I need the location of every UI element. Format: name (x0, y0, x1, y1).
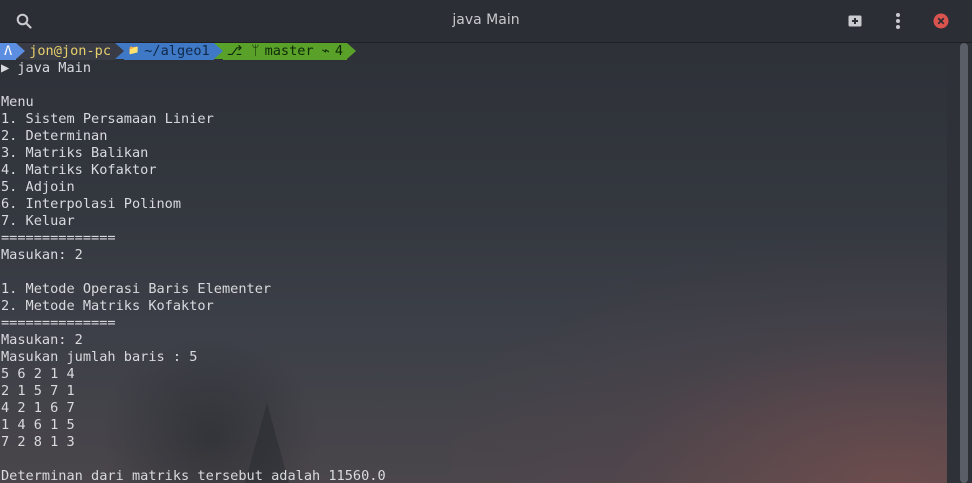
result-line: Determinan dari matriks tersebut adalah … (1, 468, 386, 483)
window-title: java Main (452, 12, 520, 28)
output-line: 4 2 1 6 7 (1, 400, 75, 416)
output-line: Masukan: 2 (1, 332, 83, 348)
output-line: 2. Determinan (1, 128, 108, 144)
output-line: 6. Interpolasi Polinom (1, 196, 182, 212)
command-text: java Main (17, 60, 92, 76)
command-line: ▶ java Main (0, 60, 947, 77)
menu-button[interactable] (886, 9, 910, 33)
output-line: Menu (1, 94, 34, 110)
output-line: 5. Adjoin (1, 179, 75, 195)
new-tab-button[interactable] (843, 9, 867, 33)
output-line: 1 4 6 1 5 (1, 417, 75, 433)
scrollbar-thumb[interactable] (960, 43, 968, 483)
stash-count: 4 (334, 43, 344, 59)
segment-separator (347, 43, 357, 59)
output-line: 1. Metode Operasi Baris Elementer (1, 281, 272, 297)
branch-name: master (264, 43, 314, 59)
os-segment: Λ (0, 43, 17, 60)
output-line: 1. Sistem Persamaan Linier (1, 111, 214, 127)
git-icon: ⎇ (226, 43, 243, 59)
os-icon: Λ (4, 43, 13, 59)
directory-path: ~/algeo1 (144, 43, 210, 59)
close-icon (933, 13, 949, 29)
git-segment: ⎇ ᛘ master ⌁ 4 (222, 43, 348, 60)
folder-icon: 📁 (128, 46, 140, 56)
branch-icon: ᛘ (251, 43, 260, 59)
output-line: 2. Metode Matriks Kofaktor (1, 298, 214, 314)
output-line: Masukan jumlah baris : 5 (1, 349, 198, 365)
user-host-segment: jon@jon-pc (25, 43, 116, 60)
segment-separator (16, 43, 26, 59)
output-line: 7 2 8 1 3 (1, 434, 75, 450)
output-line: 7. Keluar (1, 213, 75, 229)
scrollbar[interactable] (947, 43, 972, 483)
output-line: 4. Matriks Kofaktor (1, 162, 157, 178)
prompt-arrow-icon: ▶ (1, 60, 10, 76)
kebab-menu-icon (896, 13, 900, 29)
output-line: ============== (1, 315, 116, 331)
new-tab-icon (848, 15, 862, 27)
close-button[interactable] (929, 9, 953, 33)
segment-separator (115, 43, 125, 59)
output-line: 5 6 2 1 4 (1, 366, 75, 382)
output-line: 3. Matriks Balikan (1, 145, 149, 161)
title-bar: java Main (0, 0, 972, 43)
segment-separator (213, 43, 223, 59)
output-line: ============== (1, 230, 116, 246)
directory-segment: 📁 ~/algeo1 (124, 43, 214, 60)
output-line: 2 1 5 7 1 (1, 383, 75, 399)
prompt-bar: Λjon@jon-pc 📁 ~/algeo1 ⎇ ᛘ master ⌁ 4 (0, 43, 947, 60)
stash-icon: ⌁ (321, 43, 330, 59)
terminal-output[interactable]: Λjon@jon-pc 📁 ~/algeo1 ⎇ ᛘ master ⌁ 4 ▶ java Ma… (0, 43, 947, 483)
output-line: Masukan: 2 (1, 247, 83, 263)
